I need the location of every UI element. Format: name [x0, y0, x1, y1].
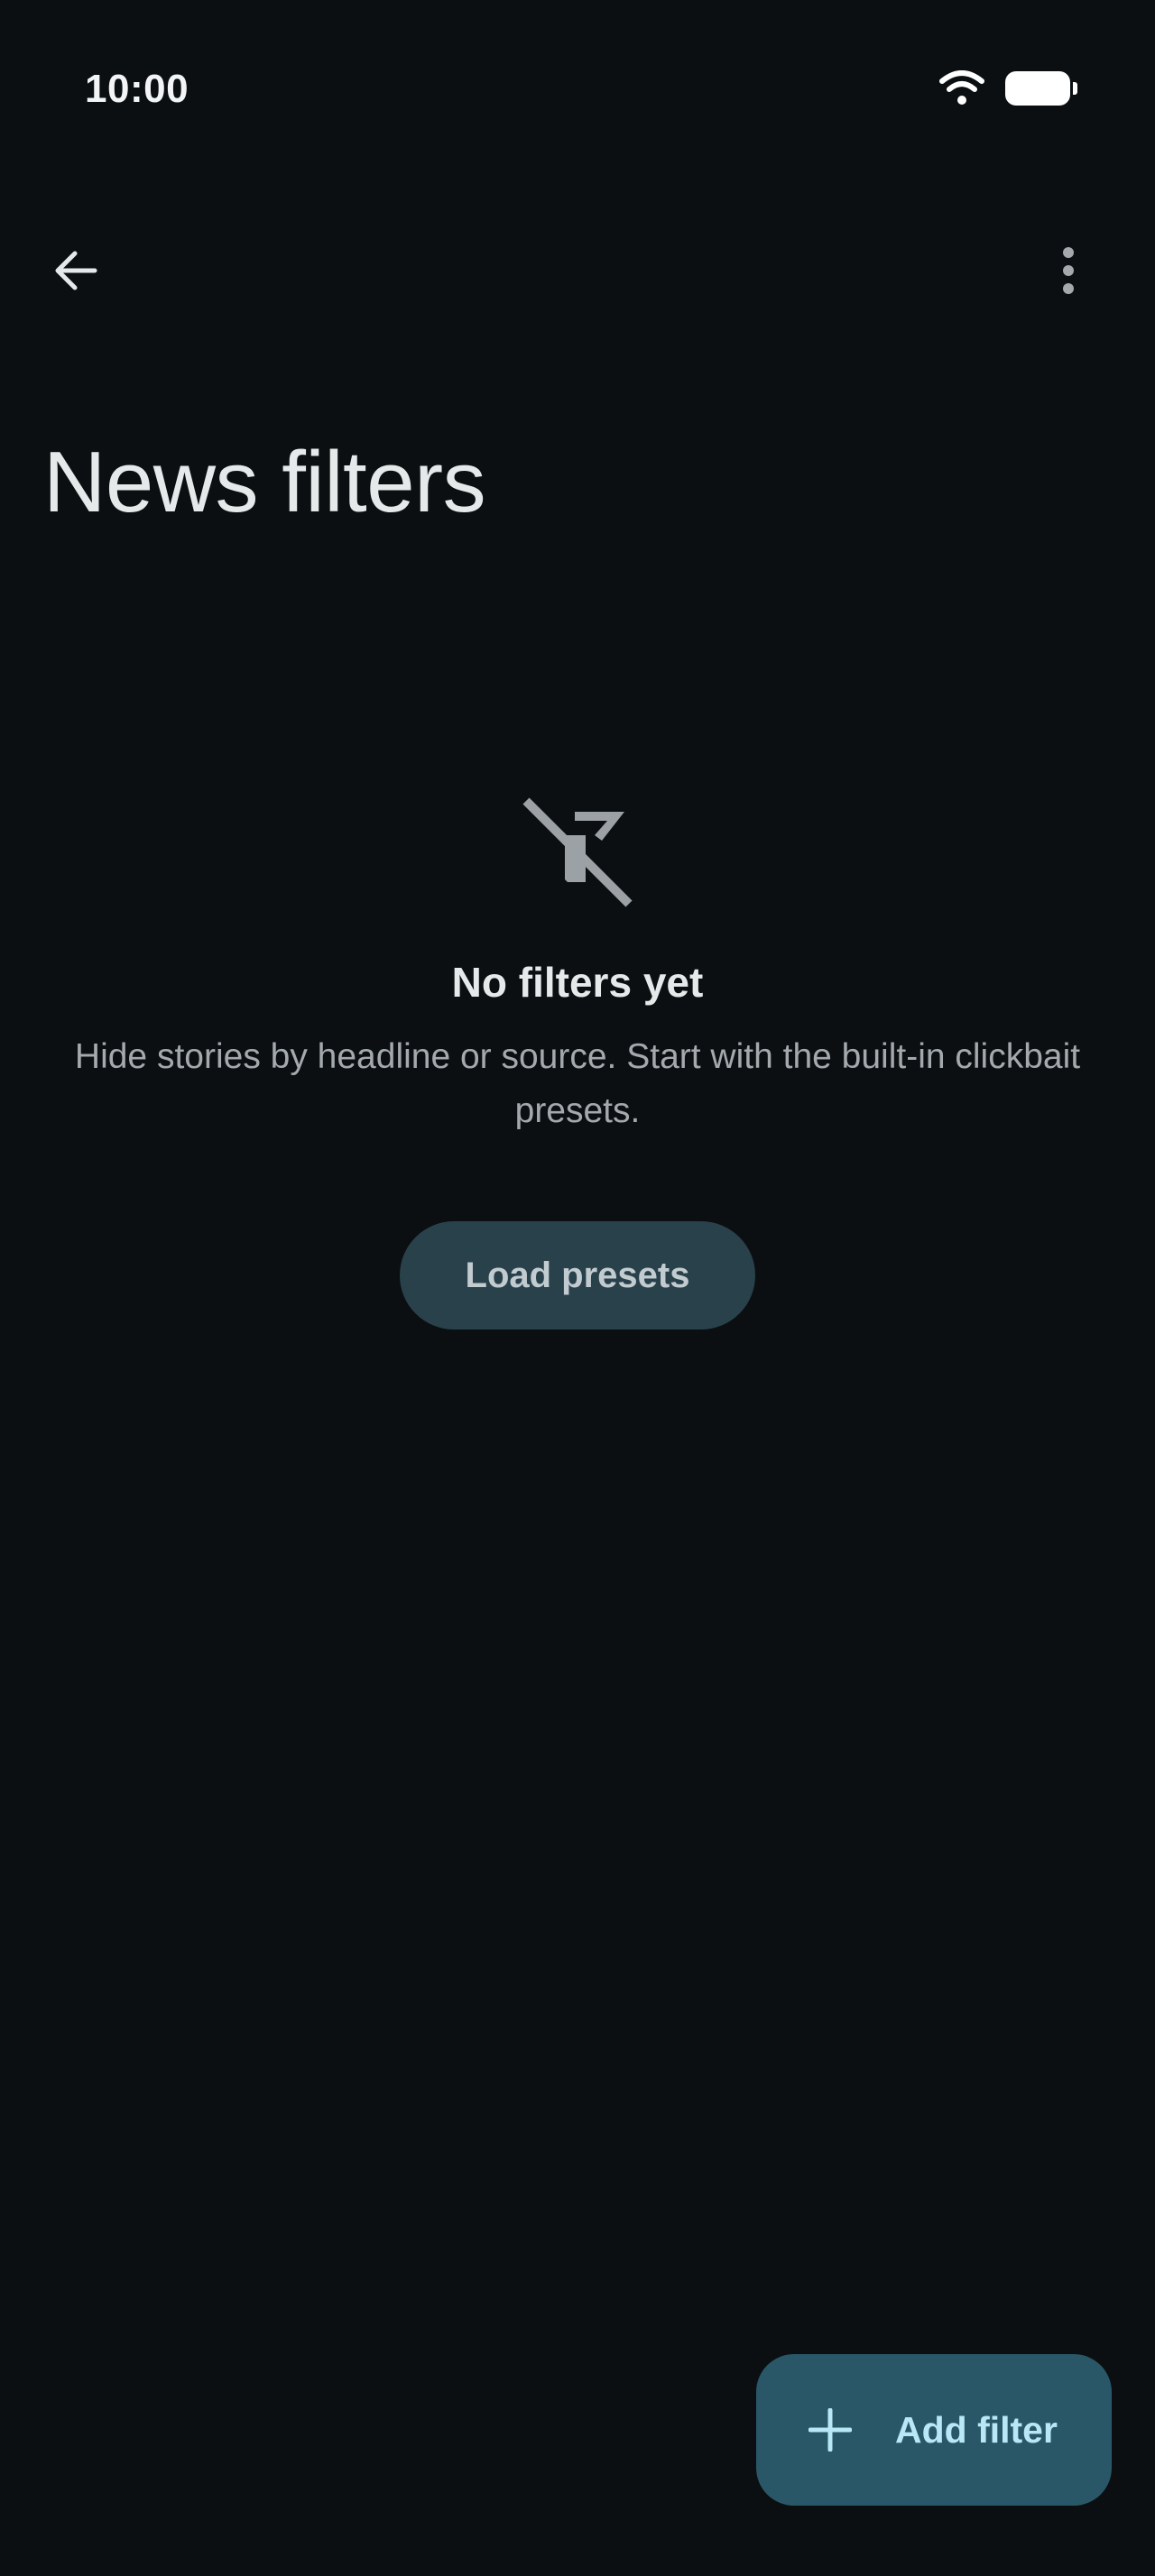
empty-state: No filters yet Hide stories by headline … — [0, 794, 1155, 1329]
more-options-button[interactable] — [1023, 225, 1113, 316]
more-vert-icon — [1063, 247, 1074, 294]
page-title: News filters — [43, 434, 486, 530]
status-time: 10:00 — [85, 67, 189, 111]
empty-state-description: Hide stories by headline or source. Star… — [74, 1037, 1081, 1130]
status-icons — [938, 70, 1077, 106]
plus-icon — [808, 2408, 852, 2452]
add-filter-label: Add filter — [895, 2408, 1058, 2451]
back-button[interactable] — [31, 225, 121, 316]
add-filter-fab[interactable]: Add filter — [756, 2354, 1112, 2506]
top-app-bar — [0, 216, 1155, 325]
battery-icon — [1005, 71, 1077, 106]
arrow-back-icon — [55, 251, 97, 290]
empty-state-title: No filters yet — [451, 959, 704, 1006]
status-bar: 10:00 — [0, 0, 1155, 180]
load-presets-button[interactable]: Load presets — [400, 1221, 755, 1329]
wifi-icon — [939, 70, 984, 105]
filter-off-icon — [522, 797, 633, 907]
